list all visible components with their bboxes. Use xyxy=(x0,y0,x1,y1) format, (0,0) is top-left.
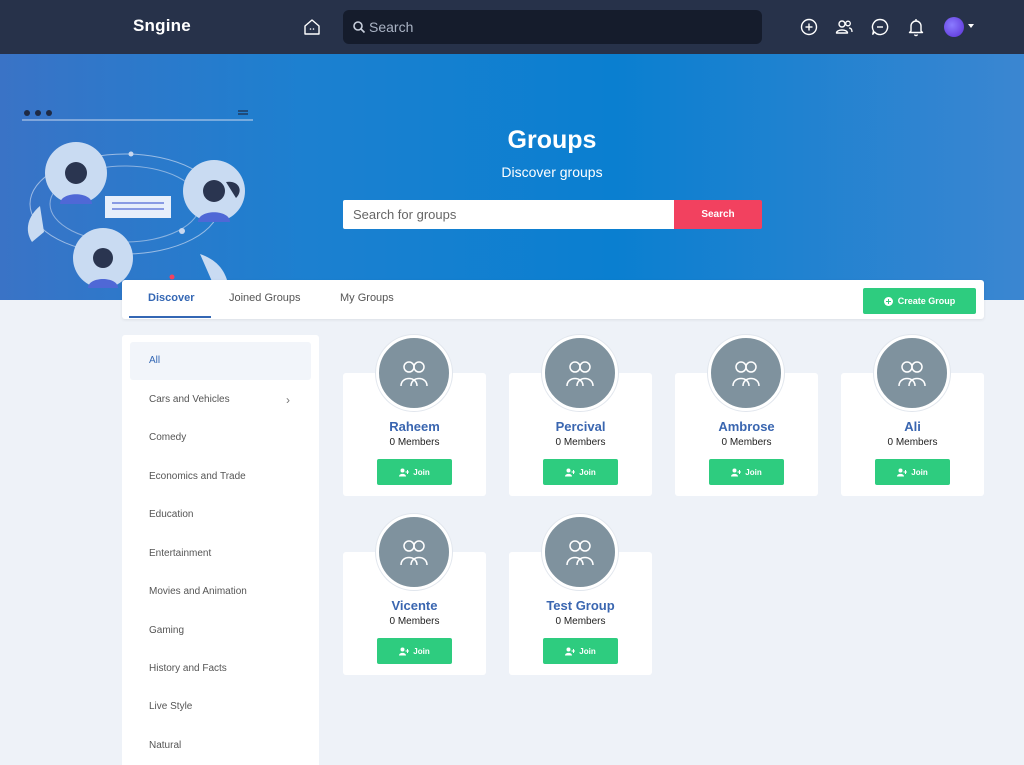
category-comedy[interactable]: Comedy xyxy=(130,419,311,457)
top-navbar: Sngine xyxy=(0,0,1024,54)
add-user-icon xyxy=(399,468,410,476)
tab-discover[interactable]: Discover xyxy=(148,292,194,304)
global-search[interactable] xyxy=(343,10,762,44)
group-avatar[interactable] xyxy=(542,514,618,590)
home-icon[interactable] xyxy=(302,17,322,37)
group-people-icon xyxy=(400,540,428,566)
chevron-right-icon: › xyxy=(286,393,290,407)
join-group-button[interactable]: Join xyxy=(709,459,784,485)
category-entertainment[interactable]: Entertainment xyxy=(130,535,311,573)
add-user-icon xyxy=(897,468,908,476)
group-avatar[interactable] xyxy=(874,335,950,411)
category-label: Cars and Vehicles xyxy=(149,394,230,405)
join-label: Join xyxy=(413,467,430,477)
join-group-button[interactable]: Join xyxy=(543,459,618,485)
user-avatar[interactable] xyxy=(944,17,964,37)
group-avatar[interactable] xyxy=(376,335,452,411)
tab-my-groups[interactable]: My Groups xyxy=(340,292,394,304)
group-name[interactable]: Ambrose xyxy=(675,419,818,434)
create-group-button[interactable]: Create Group xyxy=(863,288,976,314)
group-avatar[interactable] xyxy=(708,335,784,411)
group-member-count: 0 Members xyxy=(721,437,772,448)
categories-sidebar: All Cars and Vehicles › Comedy Economics… xyxy=(122,335,319,765)
groups-search-button[interactable]: Search xyxy=(674,200,762,229)
group-avatar[interactable] xyxy=(542,335,618,411)
chevron-down-icon[interactable] xyxy=(968,24,974,28)
plus-circle-icon xyxy=(883,296,893,306)
group-member-count: 0 Members xyxy=(555,437,606,448)
group-avatar[interactable] xyxy=(376,514,452,590)
group-name[interactable]: Raheem xyxy=(343,419,486,434)
groups-hero-banner: Groups Discover groups Search xyxy=(0,54,1024,300)
group-name[interactable]: Test Group xyxy=(509,598,652,613)
group-people-icon xyxy=(732,361,760,387)
group-people-icon xyxy=(566,540,594,566)
add-user-icon xyxy=(565,647,576,655)
create-plus-icon[interactable] xyxy=(799,17,819,37)
join-label: Join xyxy=(413,646,430,656)
group-people-icon xyxy=(566,361,594,387)
messages-icon[interactable] xyxy=(870,17,890,37)
notifications-bell-icon[interactable] xyxy=(906,17,926,37)
create-group-label: Create Group xyxy=(897,296,956,306)
group-member-count: 0 Members xyxy=(887,437,938,448)
tab-joined-groups[interactable]: Joined Groups xyxy=(229,292,301,304)
category-history-and-facts[interactable]: History and Facts xyxy=(130,650,311,688)
join-label: Join xyxy=(745,467,762,477)
page-subtitle: Discover groups xyxy=(501,164,603,180)
groups-tabs-bar: Discover Joined Groups My Groups Create … xyxy=(122,280,984,319)
group-people-icon xyxy=(400,361,428,387)
active-tab-indicator xyxy=(129,316,211,318)
join-label: Join xyxy=(579,646,596,656)
groups-search-input[interactable] xyxy=(343,200,674,229)
add-user-icon xyxy=(399,647,410,655)
join-group-button[interactable]: Join xyxy=(875,459,950,485)
category-live-style[interactable]: Live Style xyxy=(130,688,311,726)
category-education[interactable]: Education xyxy=(130,496,311,534)
group-people-icon xyxy=(898,361,926,387)
join-group-button[interactable]: Join xyxy=(377,459,452,485)
group-name[interactable]: Percival xyxy=(509,419,652,434)
join-label: Join xyxy=(911,467,928,477)
add-user-icon xyxy=(731,468,742,476)
category-movies-and-animation[interactable]: Movies and Animation xyxy=(130,573,311,611)
join-group-button[interactable]: Join xyxy=(377,638,452,664)
group-member-count: 0 Members xyxy=(555,616,606,627)
group-member-count: 0 Members xyxy=(389,437,440,448)
group-member-count: 0 Members xyxy=(389,616,440,627)
group-name[interactable]: Ali xyxy=(841,419,984,434)
page-title: Groups xyxy=(507,126,597,154)
category-economics-and-trade[interactable]: Economics and Trade xyxy=(130,458,311,496)
category-all[interactable]: All xyxy=(130,342,311,380)
search-icon xyxy=(353,21,366,34)
category-gaming[interactable]: Gaming xyxy=(130,612,311,650)
join-label: Join xyxy=(579,467,596,477)
group-name[interactable]: Vicente xyxy=(343,598,486,613)
brand-logo[interactable]: Sngine xyxy=(133,16,191,36)
category-natural[interactable]: Natural xyxy=(130,727,311,765)
category-cars-and-vehicles[interactable]: Cars and Vehicles › xyxy=(130,381,311,419)
join-group-button[interactable]: Join xyxy=(543,638,618,664)
add-user-icon xyxy=(565,468,576,476)
global-search-input[interactable] xyxy=(369,10,749,44)
friends-icon[interactable] xyxy=(834,17,854,37)
